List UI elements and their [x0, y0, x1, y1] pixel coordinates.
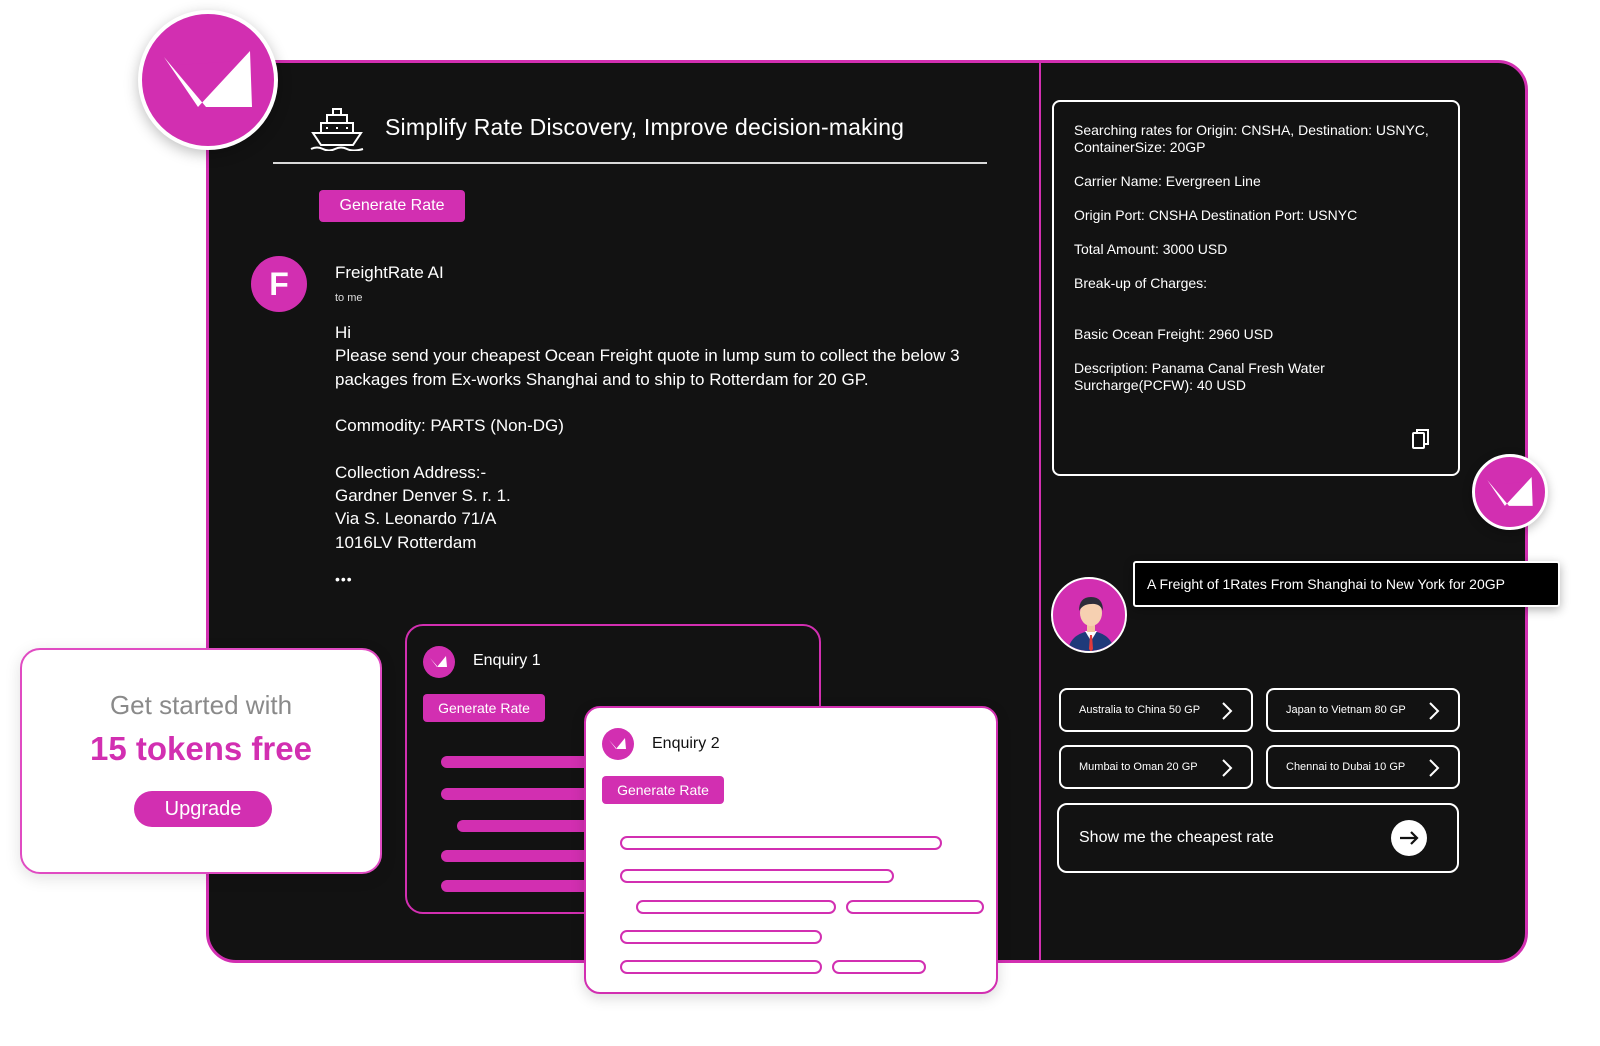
result-ports: Origin Port: CNSHA Destination Port: USN… — [1074, 207, 1358, 223]
chevron-right-icon — [1429, 702, 1440, 720]
send-button[interactable] — [1391, 820, 1427, 856]
page-title: Simplify Rate Discovery, Improve decisio… — [385, 113, 905, 140]
brand-logo-icon — [1487, 477, 1533, 506]
suggestion-chip[interactable]: Chennai to Dubai 10 GP — [1266, 745, 1460, 789]
placeholder-line — [620, 930, 822, 944]
placeholder-line — [832, 960, 926, 974]
placeholder-line — [620, 836, 942, 850]
header: Simplify Rate Discovery, Improve decisio… — [309, 97, 1009, 157]
placeholder-line — [846, 900, 984, 914]
result-searching: Searching rates for Origin: CNSHA, Desti… — [1074, 122, 1429, 155]
email-body: Hi Please send your cheapest Ocean Freig… — [335, 321, 975, 591]
placeholder-line — [636, 900, 836, 914]
user-message: A Freight of 1Rates From Shanghai to New… — [1133, 561, 1560, 607]
panel-divider — [1039, 63, 1041, 960]
brand-logo-icon — [164, 51, 252, 107]
result-total: Total Amount: 3000 USD — [1074, 241, 1228, 257]
result-carrier: Carrier Name: Evergreen Line — [1074, 173, 1261, 189]
ship-icon — [310, 108, 364, 151]
result-description: Description: Panama Canal Fresh Water Su… — [1074, 360, 1325, 393]
header-divider — [273, 162, 987, 164]
chevron-right-icon — [1222, 702, 1233, 720]
brand-logo — [138, 10, 278, 150]
sender-name: FreightRate AI — [335, 263, 444, 282]
recipient-label: to me — [335, 292, 363, 304]
promo-headline: 15 tokens free — [90, 730, 312, 767]
user-avatar — [1051, 577, 1127, 653]
enquiry-1-generate-button[interactable]: Generate Rate — [423, 694, 545, 722]
sender-avatar: F — [251, 256, 307, 312]
brand-logo-icon — [423, 646, 455, 678]
suggestion-chip[interactable]: Mumbai to Oman 20 GP — [1059, 745, 1253, 789]
suggestion-label: Mumbai to Oman 20 GP — [1079, 761, 1198, 773]
more-ellipsis[interactable]: ••• — [335, 568, 975, 591]
rate-result-card: Searching rates for Origin: CNSHA, Desti… — [1052, 100, 1460, 476]
chevron-right-icon — [1222, 759, 1233, 777]
brand-logo-small — [1472, 454, 1548, 530]
suggestion-label: Australia to China 50 GP — [1079, 704, 1201, 716]
enquiry-2-generate-button[interactable]: Generate Rate — [602, 776, 724, 804]
placeholder-line — [620, 960, 822, 974]
enquiry-2-card[interactable]: Enquiry 2 Generate Rate — [584, 706, 998, 994]
brand-logo-icon — [602, 728, 634, 760]
copy-icon[interactable] — [1412, 428, 1430, 450]
chat-input[interactable]: Show me the cheapest rate — [1057, 803, 1459, 873]
placeholder-line — [620, 869, 894, 883]
suggestion-chip[interactable]: Australia to China 50 GP — [1059, 688, 1253, 732]
enquiry-1-title: Enquiry 1 — [473, 652, 541, 669]
chat-input-text: Show me the cheapest rate — [1079, 829, 1274, 846]
promo-subtitle: Get started with — [109, 690, 293, 720]
suggestion-label: Chennai to Dubai 10 GP — [1286, 761, 1406, 773]
upgrade-button[interactable]: Upgrade — [134, 791, 272, 827]
promo-card: Get started with 15 tokens free Upgrade — [20, 648, 382, 874]
result-breakup: Break-up of Charges: — [1074, 275, 1208, 291]
result-basic: Basic Ocean Freight: 2960 USD — [1074, 326, 1274, 342]
email-text: Hi Please send your cheapest Ocean Freig… — [335, 323, 960, 552]
chevron-right-icon — [1429, 759, 1440, 777]
enquiry-2-title: Enquiry 2 — [652, 735, 720, 752]
arrow-right-icon — [1400, 831, 1419, 845]
generate-rate-button[interactable]: Generate Rate — [319, 190, 465, 222]
suggestion-label: Japan to Vietnam 80 GP — [1286, 704, 1406, 716]
suggestion-chip[interactable]: Japan to Vietnam 80 GP — [1266, 688, 1460, 732]
